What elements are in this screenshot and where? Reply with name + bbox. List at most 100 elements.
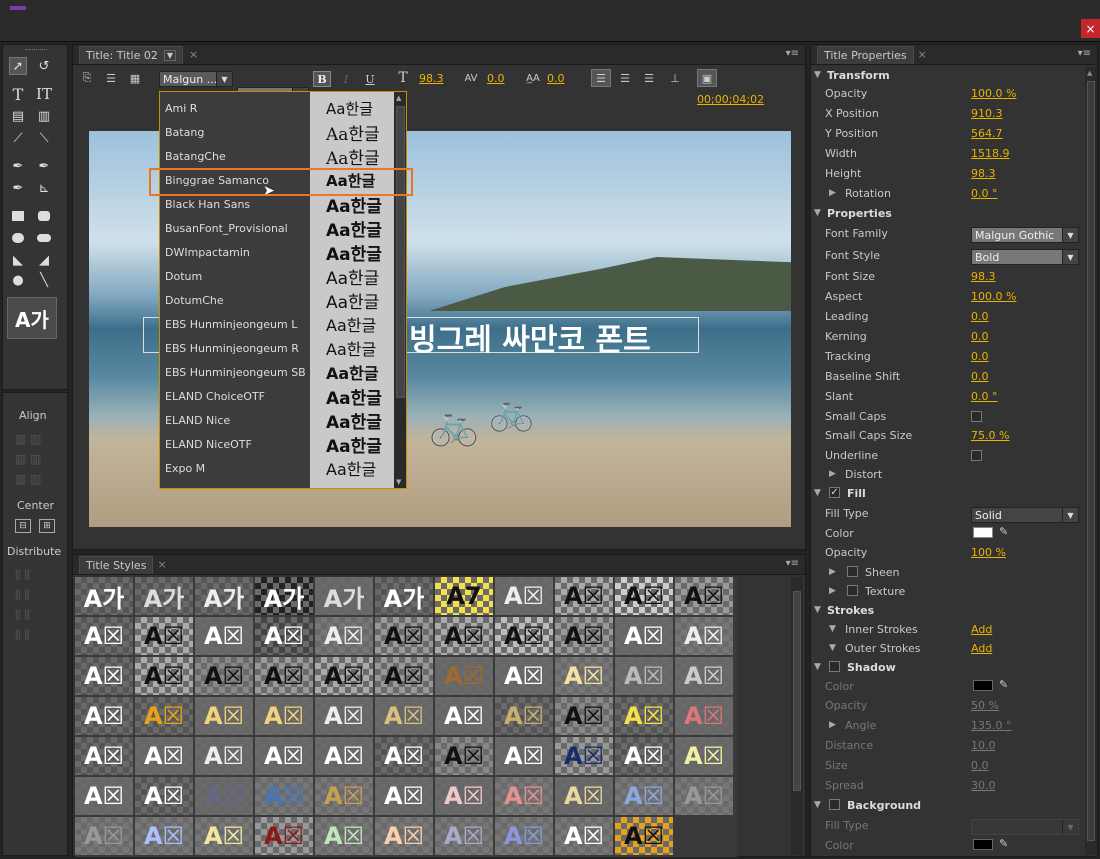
- area-type-tool-icon[interactable]: ▤: [9, 107, 27, 125]
- title-text[interactable]: 빙그레 싸만코 폰트: [409, 315, 651, 359]
- add-anchor-tool-icon[interactable]: ✒: [9, 179, 27, 197]
- shadow-color-swatch[interactable]: [973, 680, 993, 691]
- title-style-swatch[interactable]: A☒: [435, 697, 493, 735]
- width-value[interactable]: 1518.9: [971, 147, 1010, 160]
- eyedropper-icon[interactable]: ✎: [999, 525, 1008, 538]
- shadow-opacity-value[interactable]: 50 %: [971, 699, 999, 712]
- underline-checkbox[interactable]: [971, 449, 982, 461]
- texture-expand-icon[interactable]: ▶: [829, 586, 836, 596]
- align-right-icon[interactable]: ☰: [639, 69, 659, 87]
- title-style-swatch[interactable]: A☒: [615, 777, 673, 815]
- styles-scrollbar-thumb[interactable]: [793, 591, 801, 791]
- outer-strokes-add-link[interactable]: Add: [971, 642, 992, 655]
- title-style-swatch[interactable]: A☒: [255, 657, 313, 695]
- title-style-swatch[interactable]: A☒: [675, 697, 733, 735]
- show-background-video-icon[interactable]: ▣: [697, 69, 717, 87]
- delete-anchor-tool-icon[interactable]: ✒: [35, 157, 53, 175]
- title-style-swatch[interactable]: A☒: [615, 617, 673, 655]
- sheen-checkbox[interactable]: [847, 566, 858, 577]
- title-style-swatch[interactable]: A☒: [615, 657, 673, 695]
- tab-stops-icon[interactable]: ▦: [125, 69, 145, 87]
- tab-close-icon[interactable]: ×: [189, 48, 198, 61]
- timecode[interactable]: 00;00;04;02: [697, 93, 764, 106]
- shadow-spread-value[interactable]: 30.0: [971, 779, 996, 792]
- shadow-expand-icon[interactable]: ▼: [814, 662, 821, 672]
- title-style-swatch[interactable]: A☒: [75, 817, 133, 855]
- title-style-swatch[interactable]: A☒: [555, 577, 613, 615]
- title-style-swatch[interactable]: A☒: [555, 657, 613, 695]
- title-style-swatch[interactable]: A☒: [375, 617, 433, 655]
- convert-anchor-tool-icon[interactable]: ⊾: [35, 179, 53, 197]
- vertical-type-tool-icon[interactable]: IT: [35, 85, 53, 103]
- italic-button[interactable]: I: [337, 71, 355, 87]
- props-font-size-value[interactable]: 98.3: [971, 270, 996, 283]
- fill-expand-icon[interactable]: ▼: [814, 488, 821, 498]
- shadow-angle-value[interactable]: 135.0 °: [971, 719, 1012, 732]
- font-list-item[interactable]: EBS Hunminjeongeum SB: [160, 360, 310, 384]
- title-style-swatch[interactable]: A가: [255, 577, 313, 615]
- title-style-swatch[interactable]: A☒: [495, 657, 553, 695]
- font-list-item[interactable]: EBS Hunminjeongeum L: [160, 312, 310, 336]
- opacity-value[interactable]: 100.0 %: [971, 87, 1016, 100]
- dropdown-scrollbar[interactable]: ▲ ▼: [394, 92, 406, 488]
- props-tab-close-icon[interactable]: ×: [918, 48, 927, 61]
- tracking-value[interactable]: 0.0: [971, 350, 989, 363]
- props-font-style-select[interactable]: Bold ▼: [971, 249, 1079, 265]
- font-family-select[interactable]: Malgun ... ▼: [159, 71, 233, 87]
- title-style-swatch[interactable]: A가: [135, 577, 193, 615]
- title-style-swatch[interactable]: A☒: [255, 737, 313, 775]
- rectangle-tool-icon[interactable]: [9, 207, 27, 225]
- title-style-swatch[interactable]: A☒: [75, 777, 133, 815]
- height-value[interactable]: 98.3: [971, 167, 996, 180]
- line-tool-icon[interactable]: ╲: [35, 271, 53, 289]
- font-list-item[interactable]: Dotum: [160, 264, 310, 288]
- roll-crawl-icon[interactable]: ☰: [101, 69, 121, 87]
- kerning-value[interactable]: 0.0: [487, 72, 505, 85]
- path-type-tool-icon[interactable]: ⟋: [9, 129, 27, 147]
- new-title-icon[interactable]: ⎘: [77, 69, 97, 87]
- title-style-swatch[interactable]: A☒: [135, 737, 193, 775]
- title-style-swatch[interactable]: A☒: [195, 817, 253, 855]
- title-style-swatch[interactable]: A☒: [195, 617, 253, 655]
- title-style-swatch[interactable]: A가: [375, 577, 433, 615]
- transform-expand-icon[interactable]: ▼: [814, 70, 821, 80]
- title-style-swatch[interactable]: A☒: [255, 697, 313, 735]
- outer-strokes-expand-icon[interactable]: ▼: [829, 643, 836, 653]
- title-style-swatch[interactable]: A☒: [75, 737, 133, 775]
- style-swatch-preview[interactable]: A가: [7, 297, 57, 339]
- props-panel-menu-icon[interactable]: ▾≡: [1078, 48, 1091, 59]
- wedge-tool-icon[interactable]: ◣: [9, 251, 27, 269]
- tab-title-properties[interactable]: Title Properties: [817, 45, 914, 64]
- title-style-swatch[interactable]: A☒: [615, 577, 673, 615]
- title-style-swatch[interactable]: A☒: [135, 817, 193, 855]
- title-style-swatch[interactable]: A☒: [435, 737, 493, 775]
- title-style-swatch[interactable]: A☒: [75, 617, 133, 655]
- scrollbar-thumb[interactable]: [396, 106, 405, 398]
- title-style-swatch[interactable]: A☒: [315, 617, 373, 655]
- font-list-item[interactable]: ELAND ChoiceOTF: [160, 384, 310, 408]
- align-center-icon[interactable]: ☰: [615, 69, 635, 87]
- title-style-swatch[interactable]: A가: [195, 577, 253, 615]
- window-close-button[interactable]: ×: [1081, 19, 1100, 38]
- distort-expand-icon[interactable]: ▶: [829, 469, 836, 479]
- props-scrollbar[interactable]: ▲: [1085, 67, 1097, 855]
- styles-panel-menu-icon[interactable]: ▾≡: [786, 558, 799, 569]
- shadow-distance-value[interactable]: 10.0: [971, 739, 996, 752]
- fill-checkbox[interactable]: ✓: [829, 487, 840, 498]
- title-style-swatch[interactable]: A☒: [675, 617, 733, 655]
- styles-scrollbar[interactable]: [791, 577, 803, 855]
- sheen-expand-icon[interactable]: ▶: [829, 567, 836, 577]
- font-list-item[interactable]: BatangChe: [160, 144, 310, 168]
- title-style-swatch[interactable]: A☒: [615, 697, 673, 735]
- title-style-swatch[interactable]: A☒: [375, 697, 433, 735]
- fill-type-select[interactable]: Solid ▼: [971, 507, 1079, 523]
- arc-tool-icon[interactable]: ◢: [35, 251, 53, 269]
- title-style-swatch[interactable]: A☒: [495, 617, 553, 655]
- rounded-rect-tool-icon[interactable]: [35, 207, 53, 225]
- rotation-tool-icon[interactable]: ↺: [35, 57, 53, 75]
- underline-button[interactable]: U: [361, 71, 379, 87]
- title-style-swatch[interactable]: A☒: [375, 737, 433, 775]
- font-list-item[interactable]: Expo M: [160, 456, 310, 480]
- title-style-swatch[interactable]: A☒: [255, 817, 313, 855]
- title-style-swatch[interactable]: A☒: [495, 577, 553, 615]
